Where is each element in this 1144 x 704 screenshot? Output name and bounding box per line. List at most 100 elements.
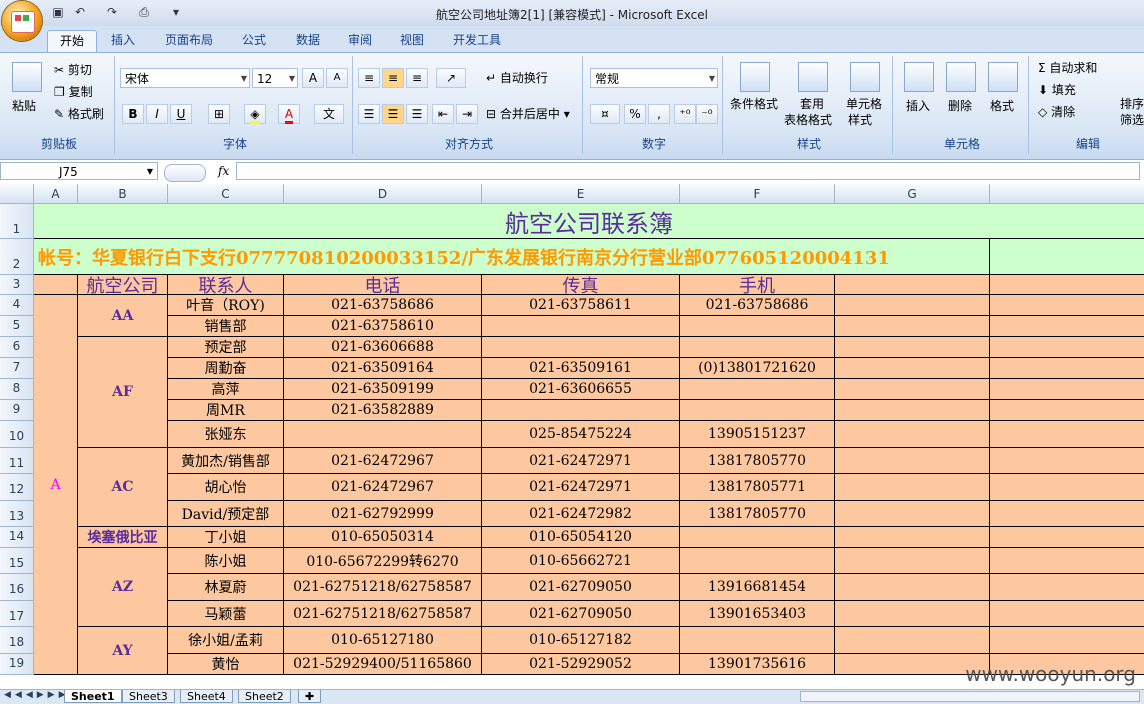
cell-phone[interactable]: 021-62792999 [284, 501, 482, 527]
office-button[interactable] [2, 1, 42, 41]
account-cell[interactable]: 帐号：华夏银行白下支行077770810200033152/广东发展银行南京分行… [34, 239, 990, 275]
cell-phone[interactable]: 021-62751218/62758587 [284, 574, 482, 601]
row-header-18[interactable]: 18 [0, 627, 34, 654]
cell-mobile[interactable]: 13817805771 [680, 474, 835, 501]
cell-empty[interactable] [835, 601, 990, 627]
align-left-button[interactable]: ☰ [358, 104, 380, 124]
formula-input[interactable] [236, 162, 1140, 180]
cell-mobile[interactable]: 021-63758686 [680, 295, 835, 316]
shrink-font-button[interactable]: A [326, 68, 348, 88]
italic-button[interactable]: I [146, 104, 168, 124]
cell-mobile[interactable]: 13905151237 [680, 421, 835, 448]
font-name-select[interactable]: 宋体 ▼ [120, 68, 250, 88]
cell-phone[interactable]: 021-63606688 [284, 337, 482, 358]
cell-contact[interactable]: 林夏蔚 [168, 574, 284, 601]
sheet-tab-2[interactable]: Sheet3 [122, 690, 175, 703]
cell-fax[interactable]: 010-65054120 [482, 527, 680, 548]
cell-empty[interactable] [990, 400, 1144, 421]
cell-phone[interactable]: 010-65050314 [284, 527, 482, 548]
row-header-12[interactable]: 12 [0, 474, 34, 501]
cell-fax[interactable]: 025-85475224 [482, 421, 680, 448]
wrap-text-button[interactable]: ↵ 自动换行 [486, 70, 548, 86]
phonetic-button[interactable]: 文 [314, 104, 344, 124]
cell-fax[interactable]: 021-63758611 [482, 295, 680, 316]
cell-empty[interactable] [835, 474, 990, 501]
decrease-indent-button[interactable]: ⇤ [432, 104, 454, 124]
cell-mobile[interactable] [680, 400, 835, 421]
format-painter-button[interactable]: ✎ 格式刷 [54, 106, 104, 122]
decrease-decimal-button[interactable]: ⁻⁰ [696, 104, 718, 124]
cell-mobile[interactable]: 13901653403 [680, 601, 835, 627]
cell-empty[interactable] [990, 627, 1144, 654]
row-header-13[interactable]: 13 [0, 501, 34, 527]
cell-empty[interactable] [835, 400, 990, 421]
tab-page-layout[interactable]: 页面布局 [156, 30, 222, 52]
cell-contact[interactable]: 叶音（ROY) [168, 295, 284, 316]
font-color-button[interactable]: A [278, 104, 300, 124]
cell-empty[interactable] [835, 379, 990, 400]
align-top-button[interactable]: ≡ [358, 68, 380, 88]
cell-contact[interactable]: 张娅东 [168, 421, 284, 448]
align-right-button[interactable]: ☰ [406, 104, 428, 124]
sort-filter-button-b[interactable]: 筛选 [1120, 112, 1144, 128]
cell-styles-button-b[interactable]: 样式 [848, 112, 872, 128]
cell-contact[interactable]: 胡心怡 [168, 474, 284, 501]
tab-insert[interactable]: 插入 [100, 30, 146, 52]
cell-contact[interactable]: 马颖蕾 [168, 601, 284, 627]
cell-h3[interactable] [990, 275, 1144, 295]
insert-function-icon[interactable]: fx [218, 164, 229, 178]
cell-empty[interactable] [835, 316, 990, 337]
cell-empty[interactable] [990, 474, 1144, 501]
column-header-d[interactable]: D [284, 184, 482, 204]
align-center-button[interactable]: ☰ [382, 104, 404, 124]
row-header-2[interactable]: 2 [0, 239, 34, 275]
tab-review[interactable]: 审阅 [336, 30, 384, 52]
align-bottom-button[interactable]: ≡ [406, 68, 428, 88]
cell-mobile[interactable] [680, 337, 835, 358]
orientation-button[interactable]: ↗ [436, 68, 466, 88]
cell-phone[interactable]: 010-65672299转6270 [284, 548, 482, 574]
airline-cell-et[interactable]: 埃塞俄比亚 [78, 527, 168, 548]
cell-phone[interactable]: 021-63582889 [284, 400, 482, 421]
column-header-e[interactable]: E [482, 184, 680, 204]
bold-button[interactable]: B [122, 104, 144, 124]
cell-phone[interactable]: 021-52929400/51165860 [284, 654, 482, 675]
cell-contact[interactable]: 周MR [168, 400, 284, 421]
comma-button[interactable]: , [648, 104, 670, 124]
row-header-16[interactable]: 16 [0, 574, 34, 601]
increase-decimal-button[interactable]: ⁺⁰ [674, 104, 696, 124]
cell-contact[interactable]: 徐小姐/孟莉 [168, 627, 284, 654]
select-all-corner[interactable] [0, 184, 34, 204]
row-header-8[interactable]: 8 [0, 379, 34, 400]
sort-filter-button-a[interactable]: 排序 [1120, 96, 1144, 112]
cell-empty[interactable] [835, 448, 990, 474]
group-letter-cell[interactable]: A [34, 295, 78, 675]
grow-font-button[interactable]: A [302, 68, 324, 88]
cell-empty[interactable] [835, 574, 990, 601]
cell-empty[interactable] [990, 448, 1144, 474]
row-header-11[interactable]: 11 [0, 448, 34, 474]
cell-phone[interactable]: 021-63509199 [284, 379, 482, 400]
cell-empty[interactable] [990, 601, 1144, 627]
cell-empty[interactable] [835, 421, 990, 448]
percent-button[interactable]: % [624, 104, 646, 124]
header-mobile[interactable]: 手机 [680, 275, 835, 295]
cell-phone[interactable]: 010-65127180 [284, 627, 482, 654]
cell-mobile[interactable] [680, 548, 835, 574]
cell-fax[interactable]: 021-63606655 [482, 379, 680, 400]
cell-phone[interactable]: 021-62751218/62758587 [284, 601, 482, 627]
cell-fax[interactable]: 021-62709050 [482, 601, 680, 627]
row-header-4[interactable]: 4 [0, 295, 34, 316]
cell-empty[interactable] [990, 379, 1144, 400]
worksheet-grid[interactable]: A B C D E F G 1 2 3 4 5 6 7 8 9 10 11 12… [0, 184, 1144, 689]
column-header-b[interactable]: B [78, 184, 168, 204]
airline-cell-az[interactable]: AZ [78, 548, 168, 627]
format-cells-button[interactable]: 格式 [990, 98, 1014, 114]
row-header-10[interactable]: 10 [0, 421, 34, 448]
column-header-h[interactable] [990, 184, 1144, 204]
formula-bar-toggle[interactable] [164, 164, 206, 182]
airline-cell-af[interactable]: AF [78, 337, 168, 448]
table-format-button-a[interactable]: 套用 [800, 96, 824, 112]
cell-empty[interactable] [990, 316, 1144, 337]
align-middle-button[interactable]: ≡ [382, 68, 404, 88]
